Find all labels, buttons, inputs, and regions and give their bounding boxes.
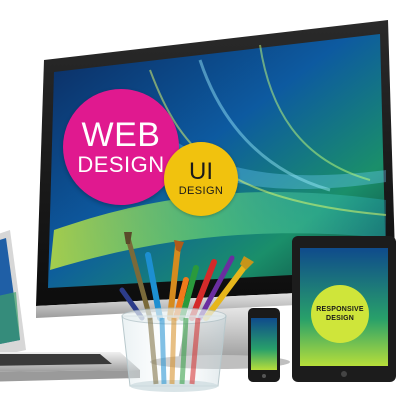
web-design-badge-line2: DESIGN: [77, 152, 165, 177]
web-design-illustration: WEB DESIGN UI DESIGN RESPONSIVE DESIGN: [0, 0, 400, 400]
responsive-design-badge-line2: DESIGN: [325, 315, 355, 322]
responsive-design-badge: RESPONSIVE DESIGN: [311, 285, 369, 343]
ui-design-badge: UI DESIGN: [164, 142, 238, 216]
smartphone: [248, 308, 280, 382]
web-design-badge: WEB DESIGN: [63, 89, 179, 205]
web-design-badge-line1: WEB: [81, 116, 161, 154]
ui-design-badge-line2: DESIGN: [178, 185, 224, 197]
responsive-design-badge-line1: RESPONSIVE: [316, 306, 364, 313]
ui-design-badge-line1: UI: [189, 158, 213, 185]
